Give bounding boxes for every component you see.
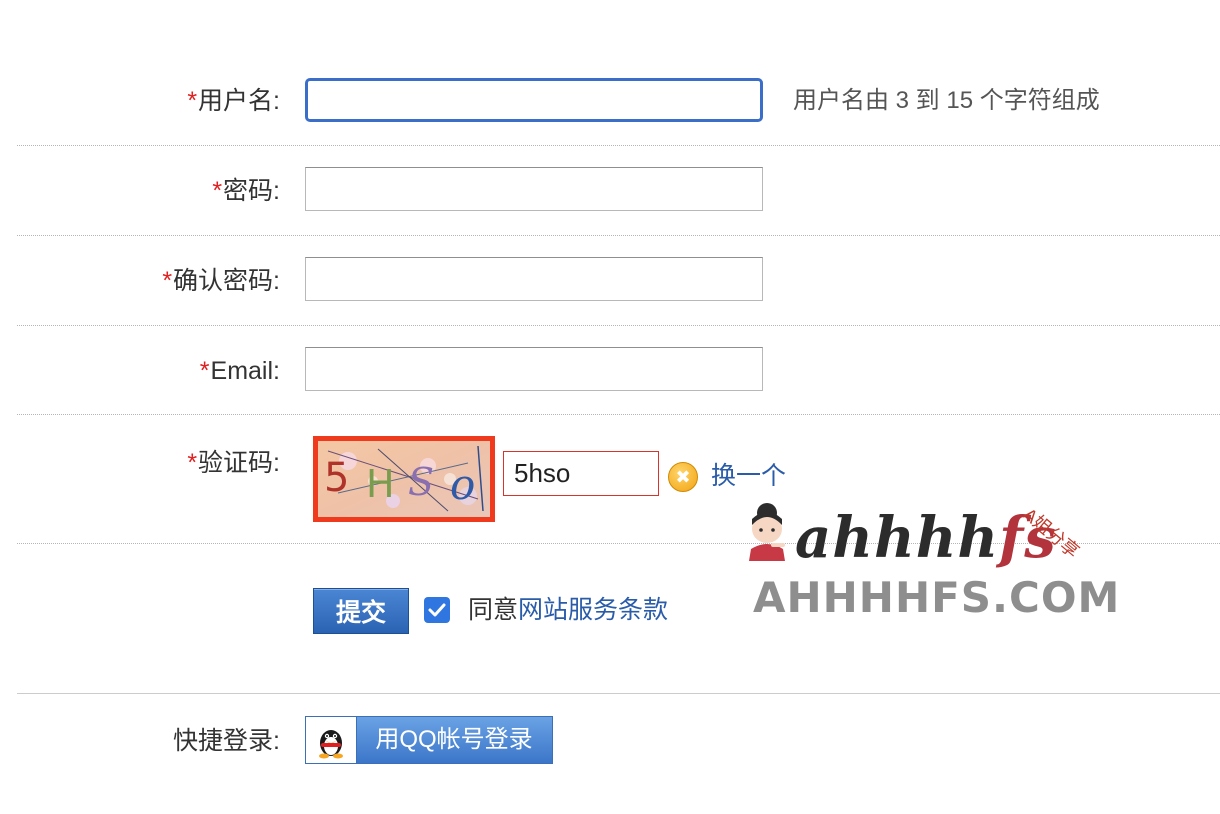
confirm-password-input[interactable] xyxy=(305,257,763,301)
username-label-text: 用户名: xyxy=(198,87,280,115)
email-label: *Email: xyxy=(0,356,280,386)
terms-link[interactable]: 网站服务条款 xyxy=(518,596,668,624)
qq-login-button[interactable]: 用QQ帐号登录 xyxy=(305,716,553,764)
captcha-label-text: 验证码: xyxy=(198,449,280,477)
required-mark: * xyxy=(187,449,198,477)
password-input[interactable] xyxy=(305,167,763,211)
captcha-char: S xyxy=(408,460,434,504)
username-input[interactable] xyxy=(305,78,763,122)
qq-penguin-icon xyxy=(306,717,357,763)
captcha-char: 5 xyxy=(324,455,349,501)
required-mark: * xyxy=(199,357,210,385)
section-divider xyxy=(17,693,1220,694)
row-divider xyxy=(17,414,1220,415)
captcha-char: o xyxy=(450,460,475,509)
avatar-icon xyxy=(749,503,785,561)
password-label-text: 密码: xyxy=(223,177,280,205)
submit-button[interactable]: 提交 xyxy=(313,588,409,634)
captcha-label: *验证码: xyxy=(0,448,280,478)
email-label-text: Email: xyxy=(210,357,280,385)
refresh-icon[interactable]: ✖ xyxy=(668,462,698,492)
confirm-password-label-text: 确认密码: xyxy=(173,267,280,295)
refresh-captcha-link[interactable]: 换一个 xyxy=(711,460,786,492)
captcha-input[interactable] xyxy=(503,451,659,496)
captcha-graphic: 5 H S o xyxy=(318,441,490,517)
quick-login-label: 快捷登录: xyxy=(173,727,280,755)
captcha-image[interactable]: 5 H S o xyxy=(313,436,495,522)
agree-prefix: 同意 xyxy=(468,596,519,624)
required-mark: * xyxy=(212,177,223,205)
qq-login-label: 用QQ帐号登录 xyxy=(375,726,533,753)
agree-text: 同意网站服务条款 xyxy=(468,594,668,626)
watermark-script: ahhhhfs xyxy=(795,505,1057,571)
site-watermark: ahhhhfs A姐分享 AHHHHFS.COM xyxy=(745,495,1119,622)
checkmark-icon xyxy=(428,603,446,617)
username-label: *用户名: xyxy=(0,86,280,116)
row-divider xyxy=(17,235,1220,236)
required-mark: * xyxy=(162,267,173,295)
row-divider xyxy=(17,325,1220,326)
confirm-password-label: *确认密码: xyxy=(0,266,280,296)
captcha-char: H xyxy=(366,462,395,506)
row-divider xyxy=(17,145,1220,146)
email-input[interactable] xyxy=(305,347,763,391)
watermark-script-main: ahhhh xyxy=(795,505,1000,571)
password-label: *密码: xyxy=(0,176,280,206)
agree-checkbox[interactable] xyxy=(424,597,450,623)
required-mark: * xyxy=(187,87,198,115)
watermark-caption: AHHHHFS.COM xyxy=(753,573,1121,622)
username-hint: 用户名由 3 到 15 个字符组成 xyxy=(793,87,1100,114)
